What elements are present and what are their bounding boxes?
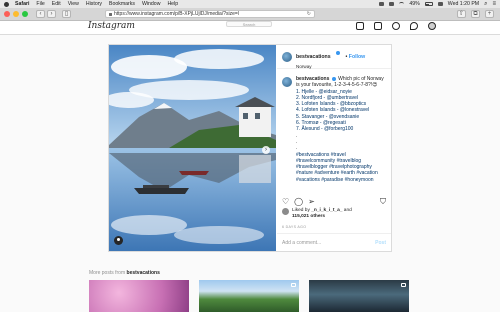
more-post-thumbnail[interactable] [309,280,409,312]
more-posts-username[interactable]: bestvacations [127,270,160,276]
url-text: https://www.instagram.com/p/B-XPjLUjlDJ/… [114,11,239,17]
post-sidebar: bestvacations • Follow Norway bestvacati… [277,45,391,251]
likes-count[interactable]: 115,021 others [292,214,325,219]
wifi-icon[interactable] [399,2,405,6]
more-posts-label: More posts from [89,270,126,276]
author-avatar[interactable] [282,51,292,62]
instagram-nav [356,22,436,30]
follow-button[interactable]: Follow [349,54,365,60]
battery-icon[interactable] [424,2,433,6]
post-comment-button[interactable]: Post [375,240,386,246]
sidebar-icon[interactable]: ▯ [62,10,71,18]
comment-box: Add a comment... Post [277,233,391,251]
post-caption: bestvacations Which pic of Norway is you… [282,76,386,183]
comment-input[interactable]: Add a comment... [282,240,321,246]
new-tab-icon[interactable]: + [485,10,494,18]
search-icon[interactable]: ⌕ [484,1,487,8]
explore-icon[interactable] [392,22,400,30]
norway-landscape-image [109,45,276,251]
caption-line: Which pic of Norway [338,76,384,82]
save-bookmark-icon[interactable]: ⛉ [380,198,386,206]
caption-username[interactable]: bestvacations [296,76,329,82]
home-icon[interactable] [356,22,364,30]
video-icon [291,283,296,287]
menu-bookmarks[interactable]: Bookmarks [109,1,135,7]
back-button[interactable]: ‹ [36,10,45,18]
post-photo[interactable]: › [109,45,276,251]
verified-badge-icon [336,51,341,56]
battery-percent: 49% [409,1,420,7]
menu-edit[interactable]: Edit [52,1,61,7]
post-actions: ♡ ◯ ➢ ⛉ [282,197,386,207]
liked-and: and [343,208,352,213]
liked-by-label: Liked by [292,208,310,213]
liker-avatar[interactable] [282,208,289,215]
post-date[interactable]: 6 DAYS AGO [282,225,306,229]
post-header: bestvacations • Follow Norway [277,45,391,69]
menu-list-icon[interactable]: ≡ [492,1,496,7]
clock[interactable]: Wed 1:20 PM [448,1,479,7]
carousel-icon [401,283,406,287]
browser-right-buttons: ⇧ ⧉ + [457,10,496,18]
profile-avatar[interactable] [428,22,436,30]
zoom-window-button[interactable] [22,11,28,17]
next-photo-chevron-icon[interactable]: › [262,146,270,154]
post-location[interactable]: Norway [296,64,365,69]
caption-avatar[interactable] [282,77,292,87]
menu-app-name[interactable]: Safari [15,1,29,7]
more-post-thumbnail[interactable] [199,280,299,312]
direct-message-icon[interactable] [374,22,382,30]
display-icon[interactable] [379,2,385,6]
flag-icon[interactable] [437,2,443,6]
activity-heart-icon[interactable] [410,22,418,30]
caption-line: is your favourite, 1-2-3-4-5-6-7-8?!😍 [296,82,378,89]
share-icon[interactable]: ➢ [308,198,315,206]
menu-file[interactable]: File [36,1,44,7]
post-card: › bestvacations • Follow Norway bestvaca… [108,44,392,252]
lock-icon [109,12,112,16]
more-post-thumbnail[interactable] [89,280,189,312]
window-controls [4,11,28,17]
tabs-overview-icon[interactable]: ⧉ [471,10,480,18]
tagged-users-icon[interactable] [114,236,123,245]
macos-menu-bar: Safari File Edit View History Bookmarks … [0,0,500,8]
reload-icon[interactable]: ↻ [307,11,311,17]
menu-window[interactable]: Window [142,1,160,7]
like-heart-icon[interactable]: ♡ [282,198,289,206]
verified-badge-icon [331,76,336,81]
share-icon[interactable]: ⇧ [457,10,466,18]
instagram-header: Instagram Search [0,21,500,35]
minimize-window-button[interactable] [13,11,19,17]
liked-by: Liked by _n_i_k_i_t_a_ and 115,021 other… [282,208,352,220]
liker-username[interactable]: _n_i_k_i_t_a_ [311,208,342,213]
comment-icon[interactable]: ◯ [294,198,303,206]
status-area: 49% Wed 1:20 PM ⌕ ≡ [379,1,496,8]
hashtag-line[interactable]: #nature #adventure #earth #vacation [296,170,386,176]
browser-toolbar: ‹ › ▯ https://www.instagram.com/p/B-XPjL… [0,8,500,21]
more-posts-grid [89,280,409,312]
menu-view[interactable]: View [68,1,79,7]
address-bar[interactable]: https://www.instagram.com/p/B-XPjLUjlDJ/… [105,10,315,18]
hashtag-line[interactable]: #vacations #paradise #honeymoon [296,177,386,183]
bluetooth-icon[interactable] [389,2,395,6]
forward-button[interactable]: › [47,10,56,18]
menu-history[interactable]: History [86,1,102,7]
search-input[interactable]: Search [226,21,272,27]
menu-help[interactable]: Help [167,1,178,7]
close-window-button[interactable] [4,11,10,17]
instagram-logo[interactable]: Instagram [88,21,135,31]
more-posts-heading: More posts from bestvacations [89,270,160,276]
apple-icon[interactable] [4,1,9,7]
author-username[interactable]: bestvacations [296,54,331,60]
